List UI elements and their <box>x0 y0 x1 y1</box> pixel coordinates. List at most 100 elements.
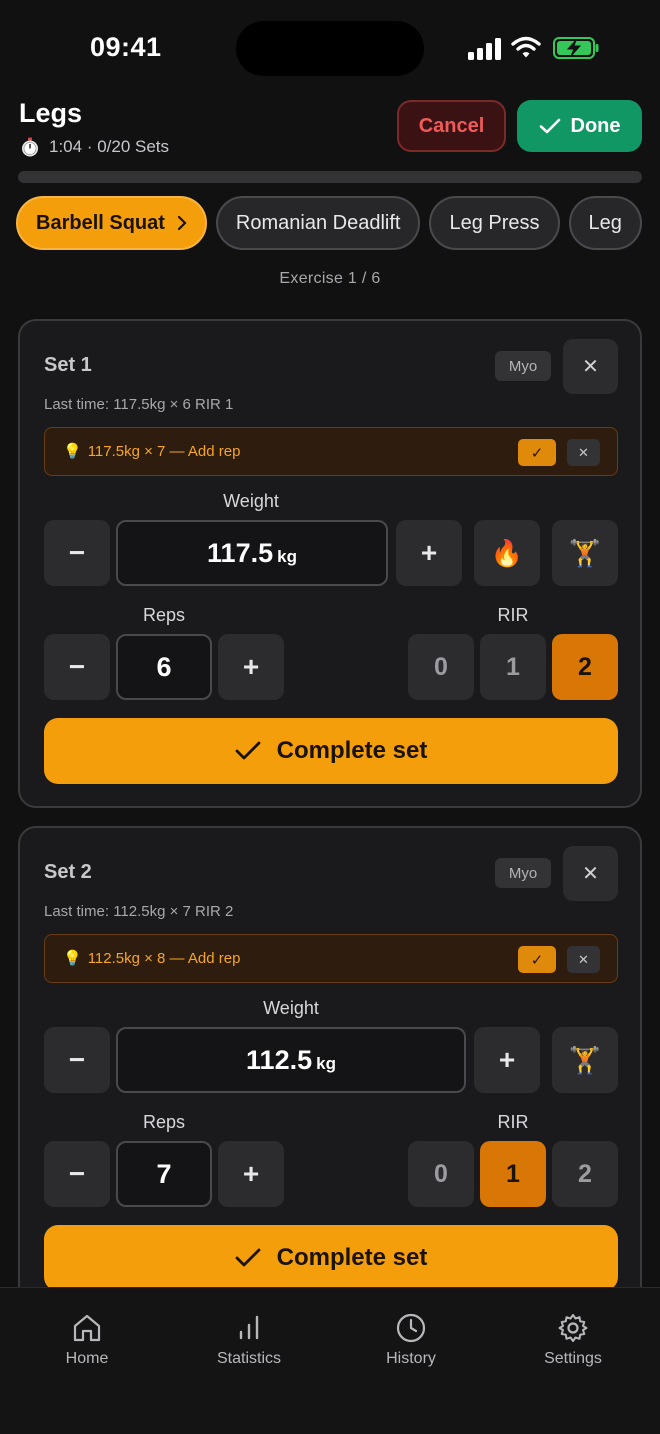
suggestion-text: 112.5kg × 8 — Add rep <box>87 949 241 967</box>
checkmark-icon <box>235 741 261 760</box>
weight-input[interactable]: 117.5 kg <box>116 520 388 586</box>
suggestion-text: 117.5kg × 7 — Add rep <box>87 442 241 460</box>
weightlifter-icon: 🏋️ <box>568 537 602 568</box>
workout-title: Legs <box>19 98 83 128</box>
checkmark-icon <box>539 118 560 134</box>
rir-option-0[interactable]: 0 <box>408 1141 474 1207</box>
plate-calculator-button[interactable]: 🏋️ <box>552 1027 618 1093</box>
weight-decrement-button[interactable]: − <box>44 520 110 586</box>
last-time-text: Last time: 117.5kg × 6 RIR 1 <box>44 396 234 413</box>
stopwatch-icon <box>22 137 38 157</box>
reps-input[interactable]: 6 <box>116 634 212 700</box>
rir-option-0[interactable]: 0 <box>408 634 474 700</box>
rir-label: RIR <box>497 605 529 625</box>
weight-decrement-button[interactable]: − <box>44 1027 110 1093</box>
close-icon: ✕ <box>578 951 589 967</box>
myo-badge[interactable]: Myo <box>495 858 551 888</box>
exercise-tabs: Barbell Squat Romanian Deadlift Leg Pres… <box>16 196 660 252</box>
cancel-button-label: Cancel <box>418 114 485 137</box>
complete-set-button[interactable]: Complete set <box>44 1225 618 1291</box>
complete-set-label: Complete set <box>276 737 428 764</box>
tab-barbell-squat[interactable]: Barbell Squat <box>16 196 207 250</box>
battery-charging-icon <box>553 37 599 59</box>
weight-increment-button[interactable]: + <box>474 1027 540 1093</box>
close-icon: ✕ <box>578 444 589 460</box>
status-time: 09:41 <box>90 32 162 62</box>
checkmark-icon <box>235 1248 261 1267</box>
chevron-right-icon <box>177 215 187 231</box>
rir-label: RIR <box>497 1112 529 1132</box>
myo-badge[interactable]: Myo <box>495 351 551 381</box>
reps-decrement-button[interactable]: − <box>44 634 110 700</box>
wifi-icon <box>511 36 541 58</box>
nav-item-statistics[interactable]: Statistics <box>179 1312 319 1368</box>
plus-icon: + <box>242 651 260 682</box>
weight-unit: kg <box>277 547 297 566</box>
rir-option-1[interactable]: 1 <box>480 1141 546 1207</box>
rir-option-2[interactable]: 2 <box>552 634 618 700</box>
set-title: Set 1 <box>44 354 92 376</box>
cancel-button[interactable]: Cancel <box>397 100 506 152</box>
accept-suggestion-button[interactable]: ✓ <box>518 439 556 466</box>
tab-label: Barbell Squat <box>36 211 165 234</box>
weight-value: 112.5 <box>246 1045 313 1075</box>
dismiss-suggestion-button[interactable]: ✕ <box>567 439 600 466</box>
remove-set-button[interactable]: ✕ <box>563 339 618 394</box>
weight-label: Weight <box>223 491 279 511</box>
nav-label: Statistics <box>216 1350 281 1367</box>
minus-icon: − <box>68 537 86 568</box>
reps-value: 7 <box>156 1159 172 1189</box>
reps-input[interactable]: 7 <box>116 1141 212 1207</box>
nav-label: History <box>386 1350 436 1367</box>
reps-increment-button[interactable]: + <box>218 1141 284 1207</box>
cellular-signal-icon <box>468 38 501 60</box>
weight-increment-button[interactable]: + <box>396 520 462 586</box>
tab-label: Romanian Deadlift <box>235 211 401 234</box>
check-icon: ✓ <box>530 951 544 969</box>
tab-leg[interactable]: Leg <box>568 196 642 250</box>
plus-icon: + <box>420 537 438 568</box>
weightlifter-icon: 🏋️ <box>568 1044 602 1075</box>
tab-label: Leg Press <box>449 211 540 234</box>
minus-icon: − <box>68 1158 86 1189</box>
rir-option-1[interactable]: 1 <box>480 634 546 700</box>
lightbulb-icon: 💡 <box>63 443 82 460</box>
gear-icon <box>558 1314 588 1342</box>
nav-item-settings[interactable]: Settings <box>503 1312 643 1368</box>
reps-increment-button[interactable]: + <box>218 634 284 700</box>
home-icon <box>73 1314 101 1342</box>
fire-icon: 🔥 <box>490 537 524 568</box>
reps-label: Reps <box>142 605 186 625</box>
sets-summary: 0/20 Sets <box>97 137 170 156</box>
minus-icon: − <box>68 651 86 682</box>
elapsed-time: 1:04 <box>49 137 83 156</box>
rir-option-2[interactable]: 2 <box>552 1141 618 1207</box>
nav-label: Home <box>65 1350 109 1367</box>
workout-subtitle: 1:04 · 0/20 Sets <box>19 136 169 158</box>
check-icon: ✓ <box>530 444 544 462</box>
workout-progress-bar <box>18 171 642 183</box>
nav-item-home[interactable]: Home <box>17 1312 157 1368</box>
exercise-counter: Exercise 1 / 6 <box>279 270 381 287</box>
accept-suggestion-button[interactable]: ✓ <box>518 946 556 973</box>
set-card: Set 2 Myo ✕ Last time: 112.5kg × 7 RIR 2… <box>18 826 642 1315</box>
tab-romanian-deadlift[interactable]: Romanian Deadlift <box>215 196 421 250</box>
close-icon: ✕ <box>582 356 599 378</box>
tab-leg-press[interactable]: Leg Press <box>429 196 560 250</box>
complete-set-button[interactable]: Complete set <box>44 718 618 784</box>
done-button-label: Done <box>570 114 621 137</box>
last-time-text: Last time: 112.5kg × 7 RIR 2 <box>44 903 234 920</box>
plus-icon: + <box>498 1044 516 1075</box>
reps-decrement-button[interactable]: − <box>44 1141 110 1207</box>
clock-icon <box>396 1313 426 1343</box>
nav-item-history[interactable]: History <box>341 1312 481 1368</box>
plate-calculator-button[interactable]: 🏋️ <box>552 520 618 586</box>
remove-set-button[interactable]: ✕ <box>563 846 618 901</box>
done-button[interactable]: Done <box>517 100 642 152</box>
bottom-nav: Home Statistics History Settings <box>0 1287 660 1434</box>
warmup-toggle-button[interactable]: 🔥 <box>474 520 540 586</box>
lightbulb-icon: 💡 <box>63 950 82 967</box>
weight-input[interactable]: 112.5 kg <box>116 1027 466 1093</box>
dismiss-suggestion-button[interactable]: ✕ <box>567 946 600 973</box>
plus-icon: + <box>242 1158 260 1189</box>
